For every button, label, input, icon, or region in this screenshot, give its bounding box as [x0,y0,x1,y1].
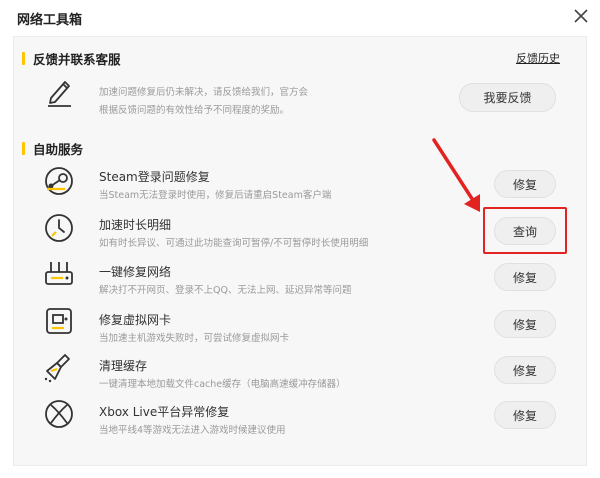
network-card-icon [46,308,72,334]
window-title: 网络工具箱 [17,13,83,28]
self-service-section-title: 自助服务 [33,141,84,157]
network-fix-button[interactable]: 修复 [494,263,556,291]
virtual-nic-fix-description: 当加速主机游戏失败时，可尝试修复虚拟网卡 [99,333,290,344]
broom-icon [44,354,70,383]
title-bar: 网络工具箱 [0,0,600,34]
clear-cache-description: 一键清理本地加载文件cache缓存（电脑高速缓冲存储器） [99,379,346,390]
clock-icon [45,214,73,242]
steam-fix-description: 当Steam无法登录时使用，修复后请重启Steam客户端 [99,190,332,201]
duration-detail-description: 如有时长异议、可通过此功能查询可暂停/不可暂停时长使用明细 [99,238,369,249]
pen-icon [48,81,71,107]
section-accent-bar [22,141,25,155]
feedback-history-link[interactable]: 反馈历史 [516,50,560,66]
clear-cache-button[interactable]: 修复 [494,356,556,384]
virtual-nic-fix-button[interactable]: 修复 [494,310,556,338]
network-fix-title: 一键修复网络 [99,265,172,279]
feedback-description-line2: 根据反馈问题的有效性给予不同程度的奖励。 [99,105,290,116]
router-icon [45,262,73,285]
feedback-section-title: 反馈并联系客服 [33,51,121,67]
annotation-arrow [432,138,480,212]
steam-fix-title: Steam登录问题修复 [99,170,210,184]
xbox-fix-title: Xbox Live平台异常修复 [99,405,230,419]
section-accent-bar [22,51,25,65]
self-service-section-header: 自助服务 [22,140,84,157]
feedback-section-header: 反馈并联系客服 [22,50,121,67]
duration-detail-title: 加速时长明细 [99,218,172,232]
submit-feedback-button[interactable]: 我要反馈 [459,83,556,112]
close-icon [574,9,588,23]
steam-icon [45,167,73,195]
feedback-description-line1: 加速问题修复后仍未解决，请反馈给我们，官方会 [99,87,309,98]
xbox-fix-description: 当地平线4等游戏无法进入游戏时候建议使用 [99,425,286,436]
clear-cache-title: 清理缓存 [99,359,148,373]
close-button[interactable] [570,5,592,27]
virtual-nic-fix-title: 修复虚拟网卡 [99,313,172,327]
xbox-icon [45,400,73,428]
network-fix-description: 解决打不开网页、登录不上QQ、无法上网、延迟异常等问题 [99,285,352,296]
xbox-fix-button[interactable]: 修复 [494,401,556,429]
